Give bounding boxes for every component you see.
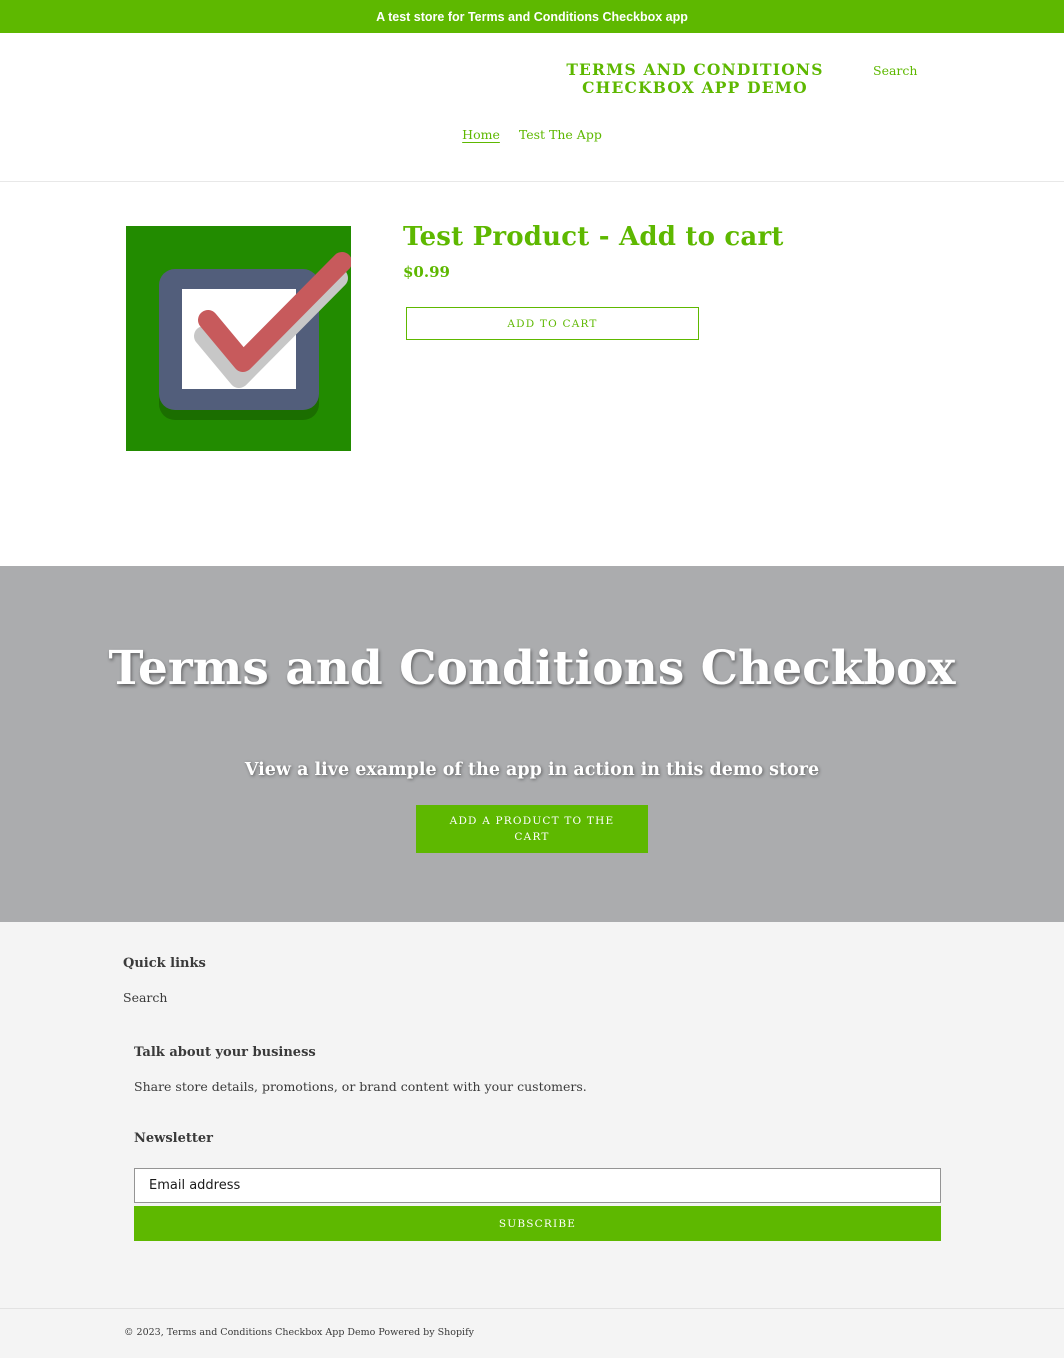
header-search-link[interactable]: Search bbox=[873, 63, 917, 78]
newsletter-email-input[interactable] bbox=[134, 1168, 941, 1203]
hero-banner: Terms and Conditions Checkbox View a liv… bbox=[0, 566, 1064, 922]
business-heading: Talk about your business bbox=[134, 1045, 316, 1060]
announcement-text: A test store for Terms and Conditions Ch… bbox=[376, 9, 688, 24]
nav-item-home[interactable]: Home bbox=[462, 127, 500, 142]
product-image bbox=[126, 226, 352, 451]
business-text: Share store details, promotions, or bran… bbox=[134, 1079, 587, 1094]
announcement-bar: A test store for Terms and Conditions Ch… bbox=[0, 0, 1064, 33]
product-price: $0.99 bbox=[403, 263, 450, 281]
checkbox-checkmark-icon bbox=[126, 226, 352, 451]
hero-subtitle: View a live example of the app in action… bbox=[244, 760, 820, 780]
site-footer: Quick links Search Talk about your busin… bbox=[0, 922, 1064, 1358]
nav-item-test-the-app[interactable]: Test The App bbox=[519, 127, 602, 142]
copyright-line: © 2023, Terms and Conditions Checkbox Ap… bbox=[124, 1327, 474, 1338]
site-title[interactable]: TERMS AND CONDITIONS CHECKBOX APP DEMO bbox=[532, 61, 858, 97]
add-product-to-cart-button[interactable]: Add a product to the cart bbox=[416, 805, 648, 853]
subscribe-button[interactable]: Subscribe bbox=[134, 1206, 941, 1241]
copyright-prefix: © 2023, bbox=[124, 1327, 164, 1338]
newsletter-heading: Newsletter bbox=[134, 1131, 214, 1146]
footer-divider bbox=[0, 1308, 1064, 1309]
add-to-cart-button[interactable]: Add to cart bbox=[406, 307, 699, 340]
main-nav: Home Test The App bbox=[0, 127, 1064, 142]
powered-by-shopify-link[interactable]: Powered by Shopify bbox=[378, 1327, 474, 1338]
copyright-store-link[interactable]: Terms and Conditions Checkbox App Demo bbox=[167, 1327, 376, 1338]
product-title: Test Product - Add to cart bbox=[403, 222, 784, 252]
quick-links-heading: Quick links bbox=[123, 956, 206, 971]
header-divider bbox=[0, 181, 1064, 182]
footer-search-link[interactable]: Search bbox=[123, 990, 167, 1005]
hero-title: Terms and Conditions Checkbox bbox=[108, 641, 956, 696]
